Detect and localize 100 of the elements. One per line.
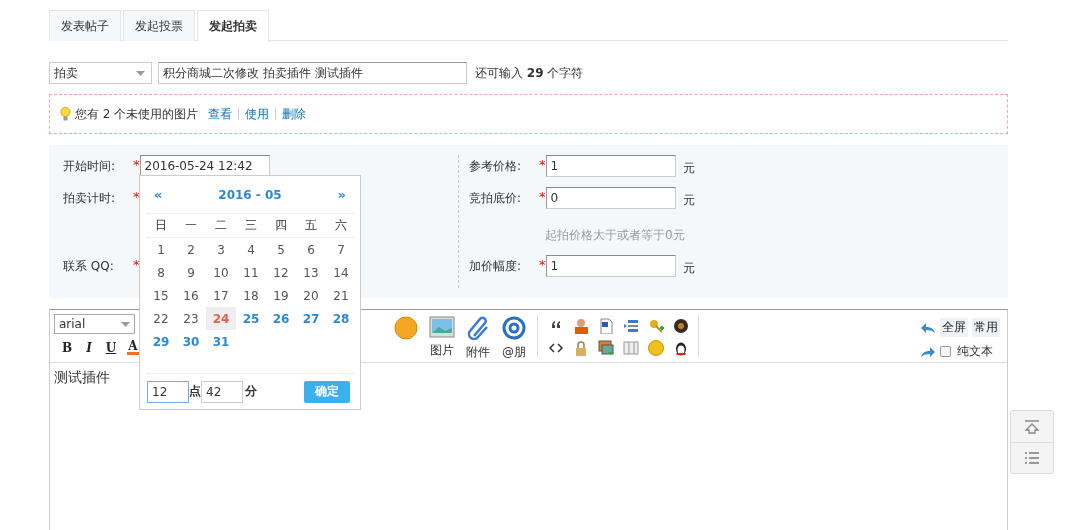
calendar-day[interactable]: 26 (266, 307, 296, 330)
calendar-day[interactable]: 27 (296, 307, 326, 330)
notice-link[interactable]: 使用 (238, 108, 276, 120)
undo-arrow-icon[interactable] (920, 321, 936, 334)
calendar-day[interactable]: 8 (146, 261, 176, 284)
calendar-day[interactable]: 28 (326, 307, 356, 330)
input-field[interactable]: 0 (545, 187, 676, 209)
calendar-day[interactable]: 12 (266, 261, 296, 284)
previous-month-button[interactable]: « (154, 187, 163, 202)
month-title: 2016 - 05 (218, 187, 282, 202)
minute-field[interactable]: 42 (201, 380, 243, 403)
document-icon[interactable] (597, 318, 614, 334)
calendar-day[interactable]: 25 (236, 307, 266, 330)
calendar-day[interactable]: 21 (326, 284, 356, 307)
key-icon[interactable] (647, 318, 664, 334)
calendar-day[interactable]: 15 (146, 284, 176, 307)
calendar-day[interactable]: 29 (146, 330, 176, 353)
hint-text: 起拍价格大于或者等于0元 (544, 226, 686, 244)
list-icon (1024, 452, 1040, 464)
required-mark: * (539, 156, 546, 174)
calendar-day[interactable]: 4 (236, 238, 266, 261)
title-field[interactable]: 积分商城二次修改 拍卖插件 测试插件 (158, 62, 467, 84)
calendar-day[interactable]: 9 (176, 261, 206, 284)
field-label: 参考价格: (469, 158, 523, 175)
field-label: 加价幅度: (469, 258, 523, 275)
calendar-day[interactable]: 17 (206, 284, 236, 307)
editor-text: 测试插件 (54, 369, 110, 387)
font-select[interactable]: arial (54, 314, 135, 334)
calendar-day[interactable]: 14 (326, 261, 356, 284)
field-label: 拍卖计时: (63, 190, 117, 207)
calendar-day[interactable]: 30 (176, 330, 206, 353)
checkbox[interactable] (940, 346, 951, 357)
calendar-day[interactable]: 6 (296, 238, 326, 261)
tab[interactable]: 发起拍卖 (197, 10, 269, 42)
lightbulb-icon (60, 107, 71, 121)
calendar-day[interactable]: 10 (206, 261, 236, 284)
calendar-day[interactable]: 23 (176, 307, 206, 330)
field-label: 联系 QQ: (63, 258, 115, 275)
input-field[interactable]: 1 (545, 255, 676, 277)
hour-unit: 点 (189, 383, 201, 400)
calendar-day[interactable]: 13 (296, 261, 326, 284)
hour-field[interactable]: 12 (147, 380, 189, 403)
toolbar-button[interactable]: 图片 (424, 316, 460, 362)
required-mark: * (539, 188, 546, 206)
calendar-day[interactable]: 19 (266, 284, 296, 307)
calendar-day[interactable]: 18 (236, 284, 266, 307)
weekday-label: 五 (304, 217, 318, 234)
notice-text: 您有 2 个未使用的图片 (75, 105, 199, 123)
tab[interactable]: 发表帖子 (49, 10, 121, 41)
format-button[interactable]: B (56, 339, 78, 357)
weekday-label: 四 (274, 217, 288, 234)
calendar-day[interactable]: 5 (266, 238, 296, 261)
input-field[interactable]: 1 (545, 155, 676, 177)
picture-insert-icon[interactable] (597, 340, 614, 356)
notice-link[interactable]: 查看 (198, 108, 239, 120)
disc-icon[interactable] (672, 318, 689, 334)
calendar-day[interactable]: 31 (206, 330, 236, 353)
image-icon (429, 316, 455, 338)
unit-label: 元 (682, 192, 695, 209)
format-button[interactable]: I (78, 339, 100, 357)
weekday-label: 日 (154, 217, 168, 234)
calendar-day[interactable]: 16 (176, 284, 206, 307)
weekday-label: 二 (214, 217, 228, 234)
notice-link[interactable]: 删除 (275, 108, 313, 120)
calendar-day[interactable]: 1 (146, 238, 176, 261)
calendar-day[interactable]: 11 (236, 261, 266, 284)
next-month-button[interactable]: » (337, 187, 346, 202)
char-counter: 还可输入 29 个字符 (475, 64, 584, 82)
required-mark: * (133, 188, 140, 206)
caret-icon (121, 321, 130, 327)
list-icon[interactable] (622, 318, 639, 334)
fullscreen-button[interactable]: 全屏 (940, 318, 968, 337)
field-label: 竞拍底价: (469, 190, 523, 207)
caret-icon (136, 70, 145, 76)
weekday-label: 一 (184, 217, 198, 234)
redo-arrow-icon[interactable] (920, 345, 936, 358)
top-arrow-icon (1024, 419, 1040, 434)
columns-icon[interactable] (622, 340, 639, 356)
minute-unit: 分 (245, 383, 257, 400)
common-button[interactable]: 常用 (972, 318, 1000, 337)
toolbar-button[interactable]: @朋 (496, 316, 532, 362)
toolbar-button[interactable]: 附件 (460, 316, 496, 362)
input-field[interactable]: 2016-05-24 12:42 (139, 155, 270, 177)
required-mark: * (539, 256, 546, 274)
coin-icon[interactable] (647, 340, 664, 356)
calendar-day[interactable]: 2 (176, 238, 206, 261)
required-mark: * (133, 256, 140, 274)
calendar-day[interactable]: 7 (326, 238, 356, 261)
weekday-label: 六 (334, 217, 348, 234)
unit-label: 元 (682, 260, 695, 277)
required-mark: * (133, 156, 140, 174)
format-button[interactable]: U (100, 339, 122, 357)
paperclip-icon (467, 316, 489, 340)
calendar-day[interactable]: 20 (296, 284, 326, 307)
weekday-label: 三 (244, 217, 258, 234)
tab[interactable]: 发起投票 (123, 10, 195, 41)
calendar-day[interactable]: 22 (146, 307, 176, 330)
calendar-day[interactable]: 3 (206, 238, 236, 261)
category-select[interactable]: 拍卖 (49, 62, 152, 84)
field-label: 开始时间: (63, 158, 117, 175)
